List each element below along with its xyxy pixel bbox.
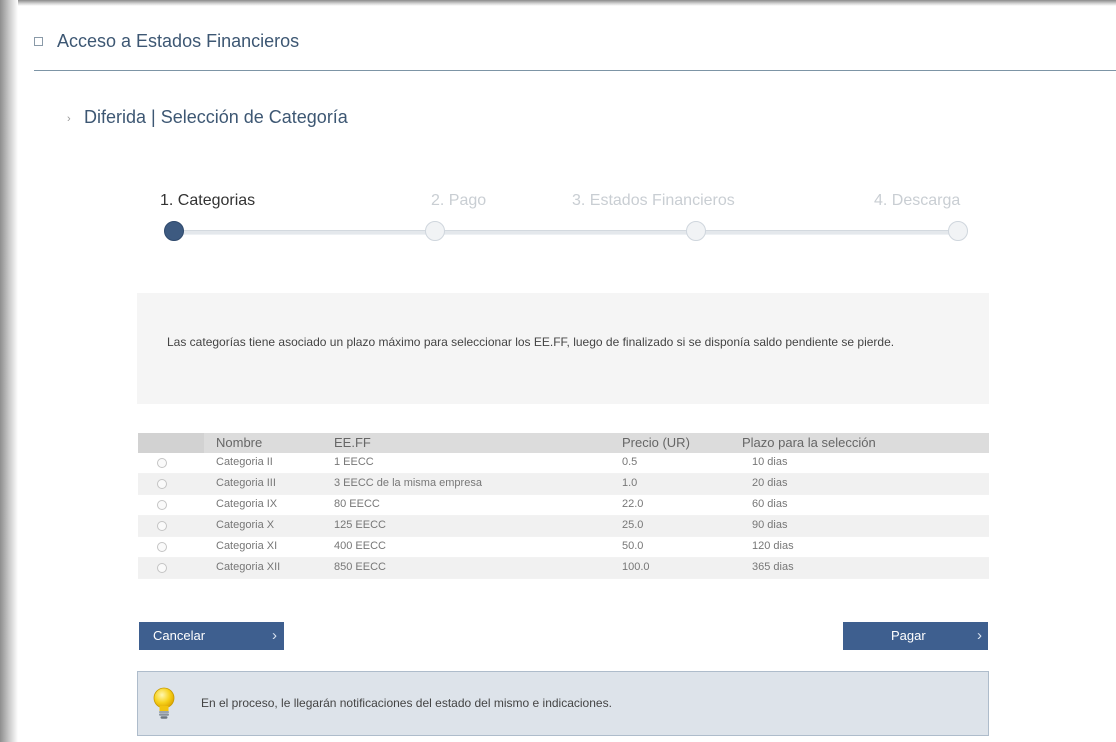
cell-nombre: Categoria XII — [216, 561, 281, 573]
row-radio[interactable] — [157, 521, 167, 531]
cell-precio: 1.0 — [622, 477, 638, 489]
row-radio[interactable] — [157, 542, 167, 552]
page-title: Diferida | Selección de Categoría — [84, 107, 348, 127]
pay-button[interactable]: Pagar › — [843, 622, 988, 650]
lightbulb-icon — [153, 687, 175, 719]
table-row[interactable]: Categoria IX 80 EECC 22.0 60 dias — [138, 495, 989, 516]
section-header: Acceso a Estados Financieros — [34, 24, 1116, 71]
column-header-nombre: Nombre — [216, 435, 263, 450]
table-row[interactable]: Categoria XII 850 EECC 100.0 365 dias — [138, 558, 989, 579]
cell-precio: 22.0 — [622, 498, 644, 510]
step-1-dot — [164, 221, 184, 241]
cell-eeff: 1 EECC — [334, 456, 374, 468]
chevron-right-icon: › — [272, 627, 277, 644]
cell-eeff: 80 EECC — [334, 498, 380, 510]
cell-precio: 0.5 — [622, 456, 638, 468]
cell-plazo: 20 dias — [752, 477, 788, 489]
info-box: Las categorías tiene asociado un plazo m… — [137, 293, 989, 404]
row-radio[interactable] — [157, 458, 167, 468]
select-column-header — [138, 433, 204, 453]
info-text: Las categorías tiene asociado un plazo m… — [167, 335, 895, 349]
cell-plazo: 10 dias — [752, 456, 788, 468]
cell-nombre: Categoria II — [216, 456, 273, 468]
step-3-label: 3. Estados Financieros — [572, 192, 735, 209]
cell-eeff: 850 EECC — [334, 561, 386, 573]
cancel-button-label: Cancelar — [153, 628, 206, 643]
step-2-label: 2. Pago — [431, 192, 487, 209]
cell-plazo: 365 dias — [752, 561, 794, 573]
cell-eeff: 400 EECC — [334, 540, 386, 552]
column-header-eeff: EE.FF — [334, 435, 371, 450]
window-shadow-left — [0, 0, 18, 742]
cancel-button[interactable]: Cancelar › — [139, 622, 284, 650]
step-1-label: 1. Categorias — [160, 192, 256, 209]
collapse-square-icon[interactable] — [34, 37, 43, 46]
chevron-right-icon: › — [977, 627, 982, 644]
section-title: Acceso a Estados Financieros — [57, 31, 300, 51]
step-3-dot — [686, 221, 706, 241]
cell-eeff: 3 EECC de la misma empresa — [334, 477, 482, 489]
cell-nombre: Categoria X — [216, 519, 275, 531]
pay-button-label: Pagar — [891, 628, 926, 643]
cell-plazo: 60 dias — [752, 498, 788, 510]
column-header-precio: Precio (UR) — [622, 435, 690, 450]
table-row[interactable]: Categoria XI 400 EECC 50.0 120 dias — [138, 537, 989, 558]
cell-nombre: Categoria III — [216, 477, 276, 489]
tip-box: En el proceso, le llegarán notificacione… — [137, 671, 989, 736]
column-header-plazo: Plazo para la selección — [742, 435, 876, 450]
cell-nombre: Categoria XI — [216, 540, 278, 552]
row-radio[interactable] — [157, 500, 167, 510]
category-table: Nombre EE.FF Precio (UR) Plazo para la s… — [138, 433, 989, 579]
table-header: Nombre EE.FF Precio (UR) Plazo para la s… — [138, 433, 989, 453]
window-shadow-top — [0, 0, 1116, 6]
step-2-dot — [425, 221, 445, 241]
cell-precio: 100.0 — [622, 561, 650, 573]
stepper-track — [174, 230, 960, 235]
cell-eeff: 125 EECC — [334, 519, 386, 531]
cell-nombre: Categoria IX — [216, 498, 278, 510]
tip-text: En el proceso, le llegarán notificacione… — [201, 696, 612, 710]
row-radio[interactable] — [157, 479, 167, 489]
table-row[interactable]: Categoria III 3 EECC de la misma empresa… — [138, 474, 989, 495]
cell-plazo: 120 dias — [752, 540, 794, 552]
row-radio[interactable] — [157, 563, 167, 573]
cell-precio: 25.0 — [622, 519, 644, 531]
step-4-dot — [948, 221, 968, 241]
step-4-label: 4. Descarga — [874, 192, 961, 209]
table-row[interactable]: Categoria X 125 EECC 25.0 90 dias — [138, 516, 989, 537]
cell-precio: 50.0 — [622, 540, 644, 552]
bullet-icon: › — [67, 113, 71, 125]
cell-plazo: 90 dias — [752, 519, 788, 531]
table-row[interactable]: Categoria II 1 EECC 0.5 10 dias — [138, 453, 989, 474]
